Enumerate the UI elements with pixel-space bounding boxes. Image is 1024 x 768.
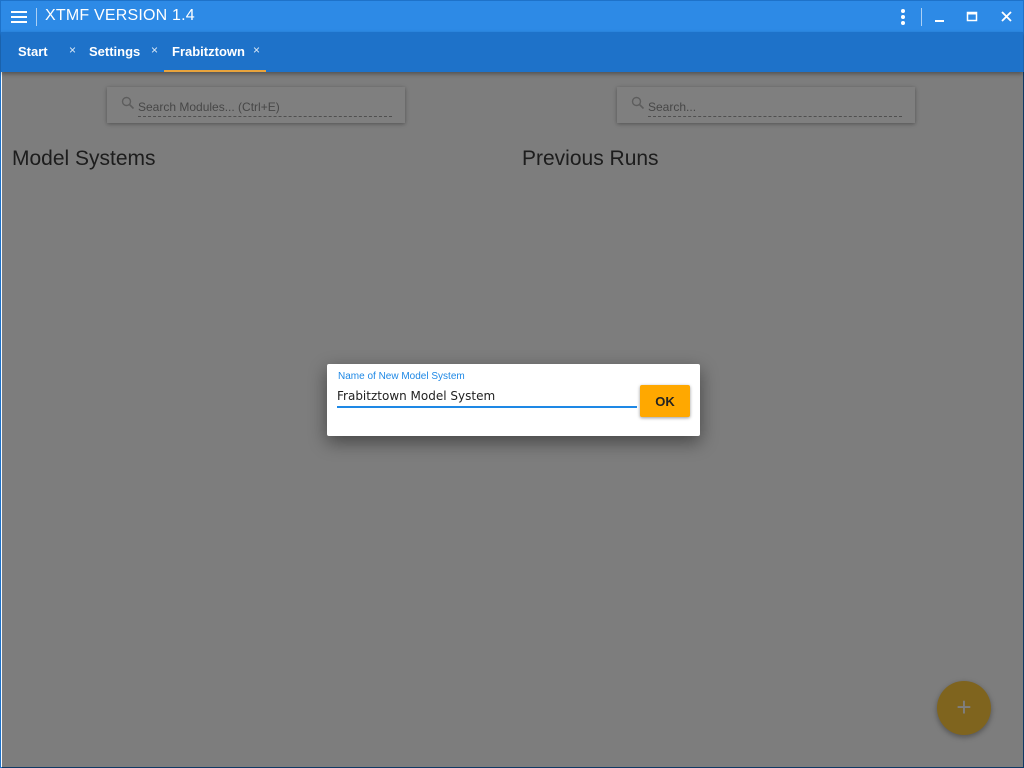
tab-label: Settings (89, 44, 141, 59)
app-window: XTMF VERSION 1.4 Start × Settings × Frab… (0, 0, 1024, 768)
minimize-icon[interactable] (927, 5, 951, 29)
title-separator (36, 8, 37, 26)
tab-bar: Start × Settings × Frabitztown × (1, 32, 1023, 72)
window-title: XTMF VERSION 1.4 (45, 7, 195, 24)
ok-button[interactable]: OK (640, 385, 690, 417)
more-vert-icon[interactable] (891, 5, 915, 29)
tab-start[interactable]: Start × (18, 32, 82, 72)
tab-label: Frabitztown (172, 44, 245, 59)
field-label: Name of New Model System (338, 371, 465, 382)
hamburger-menu-icon[interactable] (11, 11, 27, 23)
title-bar: XTMF VERSION 1.4 (1, 1, 1023, 32)
tab-settings[interactable]: Settings × (89, 32, 165, 72)
tab-close-icon[interactable]: × (253, 43, 260, 57)
window-controls-separator (921, 8, 922, 26)
tab-close-icon[interactable]: × (151, 43, 158, 57)
tab-label: Start (18, 44, 48, 59)
model-system-name-input[interactable] (337, 386, 637, 408)
close-icon[interactable] (994, 5, 1018, 29)
new-model-system-dialog: Name of New Model System OK (327, 364, 700, 436)
maximize-icon[interactable] (960, 5, 984, 29)
tab-frabitztown[interactable]: Frabitztown × (164, 32, 266, 72)
tab-close-icon[interactable]: × (69, 43, 76, 57)
